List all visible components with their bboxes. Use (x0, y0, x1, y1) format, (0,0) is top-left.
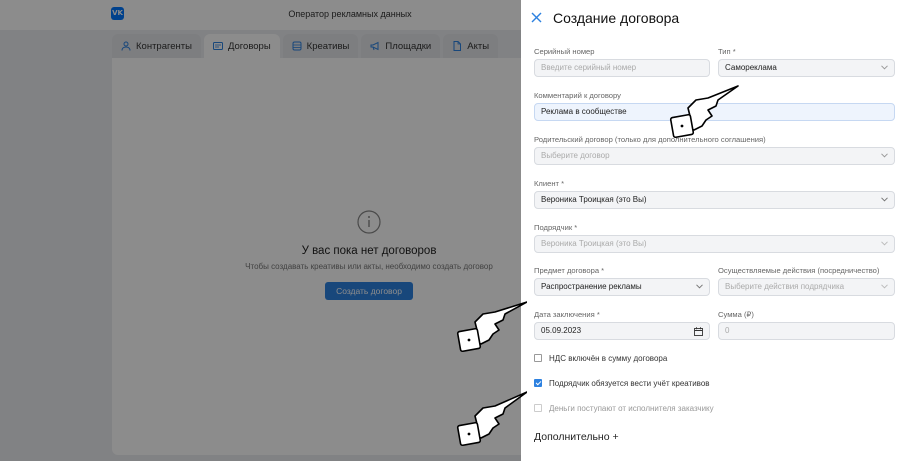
date-value: 05.09.2023 (541, 326, 582, 335)
track-creatives-checkbox-row[interactable]: Подрядчик обязуется вести учёт креативов (534, 377, 710, 389)
vat-included-checkbox[interactable] (534, 354, 542, 362)
amount-input[interactable]: 0 (718, 322, 895, 340)
chevron-down-icon (881, 241, 888, 246)
panel-header: Создание договора (521, 0, 900, 36)
checkbox-label: НДС включён в сумму договора (549, 353, 668, 363)
chevron-down-icon (696, 284, 703, 289)
pointing-hand-cursor-icon (456, 391, 527, 446)
vat-included-checkbox-row[interactable]: НДС включён в сумму договора (534, 352, 667, 364)
serial-label: Серийный номер (534, 47, 595, 56)
comment-label: Комментарий к договору (534, 91, 621, 100)
client-select[interactable]: Вероника Троицкая (это Вы) (534, 191, 895, 209)
amount-label: Сумма (₽) (718, 310, 754, 319)
subject-label: Предмет договора * (534, 266, 605, 275)
subject-select[interactable]: Распространение рекламы (534, 278, 710, 296)
chevron-down-icon (881, 65, 888, 70)
type-select[interactable]: Самореклама (718, 59, 895, 77)
chevron-down-icon (881, 284, 888, 289)
calendar-icon[interactable] (694, 327, 703, 336)
parent-contract-select[interactable]: Выберите договор (534, 147, 895, 165)
contractor-label: Подрядчик * (534, 223, 578, 232)
type-value: Самореклама (725, 63, 777, 72)
track-creatives-checkbox[interactable] (534, 379, 542, 387)
additional-toggle[interactable]: Дополнительно + (534, 431, 619, 443)
client-value: Вероника Троицкая (это Вы) (541, 195, 647, 204)
contractor-select[interactable]: Вероника Троицкая (это Вы) (534, 235, 895, 253)
chevron-down-icon (881, 197, 888, 202)
actions-select[interactable]: Выберите действия подрядчика (718, 278, 895, 296)
client-label: Клиент * (534, 179, 565, 188)
checkbox-label: Подрядчик обязуется вести учёт креативов (549, 378, 710, 388)
money-flow-checkbox-row: Деньги поступают от исполнителя заказчик… (534, 402, 714, 414)
subject-value: Распространение рекламы (541, 282, 642, 291)
pointing-hand-cursor-icon (669, 85, 739, 138)
type-label: Тип * (718, 47, 736, 56)
checkbox-label: Деньги поступают от исполнителя заказчик… (549, 403, 714, 413)
create-contract-panel: Создание договора Серийный номер Введите… (521, 0, 900, 461)
date-label: Дата заключения * (534, 310, 600, 319)
close-icon[interactable] (531, 12, 542, 23)
pointing-hand-cursor-icon (456, 301, 527, 352)
date-input[interactable]: 05.09.2023 (534, 322, 710, 340)
panel-title: Создание договора (553, 10, 680, 26)
chevron-down-icon (881, 153, 888, 158)
serial-input[interactable]: Введите серийный номер (534, 59, 710, 77)
contractor-value: Вероника Троицкая (это Вы) (541, 239, 647, 248)
money-flow-checkbox (534, 404, 542, 412)
actions-label: Осуществляемые действия (посредничество) (718, 266, 880, 275)
parent-contract-placeholder: Выберите договор (541, 151, 610, 160)
actions-placeholder: Выберите действия подрядчика (725, 282, 845, 291)
